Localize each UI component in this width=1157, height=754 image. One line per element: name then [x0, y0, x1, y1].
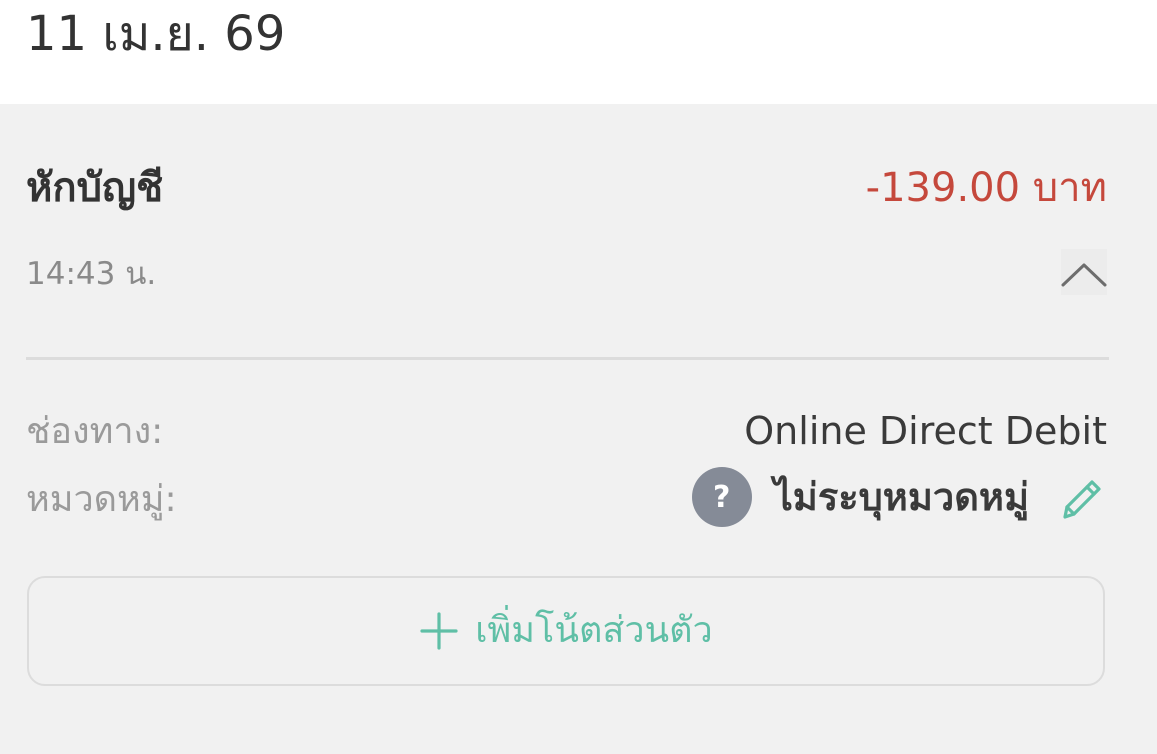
category-selector[interactable]: ? ไม่ระบุหมวดหมู่ — [691, 467, 1107, 527]
question-icon: ? — [691, 467, 752, 527]
transaction-card: หักบัญชี -139.00 บาท 14:43 น. ช่องทาง: O… — [0, 104, 1157, 754]
chevron-up-icon — [1061, 263, 1107, 287]
transaction-amount: -139.00 บาท — [865, 165, 1107, 211]
channel-label: ช่องทาง: — [26, 411, 164, 452]
date-title: 11 เม.ย. 69 — [26, 6, 286, 62]
collapse-button[interactable] — [1061, 249, 1107, 295]
transaction-title: หักบัญชี — [26, 165, 164, 211]
plus-icon — [420, 612, 458, 650]
channel-value: Online Direct Debit — [744, 409, 1107, 453]
date-header: 11 เม.ย. 69 — [0, 0, 1157, 104]
category-label: หมวดหมู่: — [26, 479, 177, 520]
add-note-button[interactable]: เพิ่มโน้ตส่วนตัว — [27, 576, 1105, 686]
transaction-time: 14:43 น. — [26, 256, 157, 292]
pencil-icon[interactable] — [1055, 471, 1107, 523]
category-value: ไม่ระบุหมวดหมู่ — [773, 475, 1029, 519]
divider — [26, 357, 1109, 360]
add-note-label: เพิ่มโน้ตส่วนตัว — [475, 610, 713, 651]
